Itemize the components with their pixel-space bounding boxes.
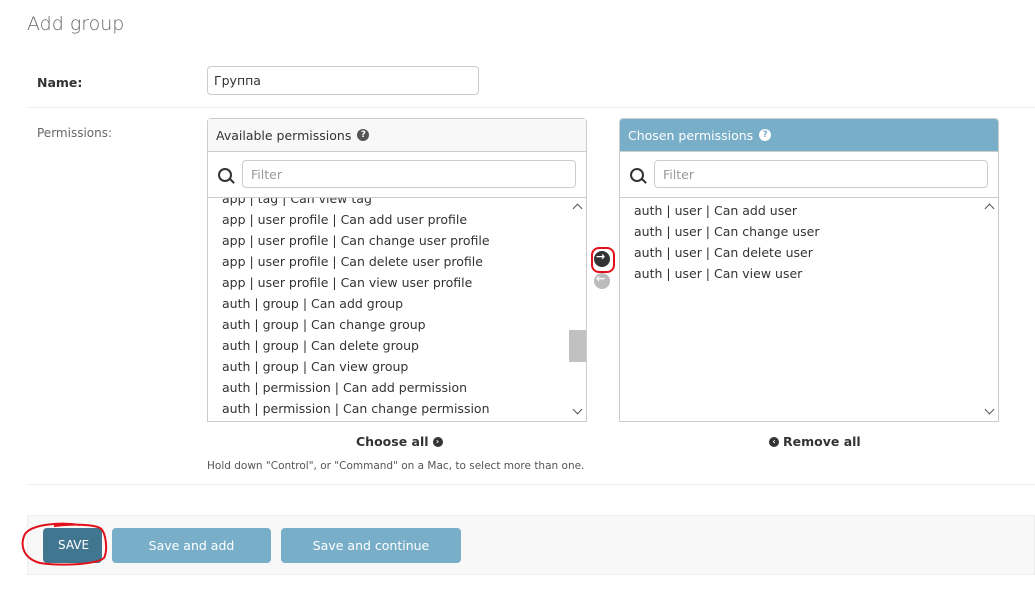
arrow-left-icon: ‹ <box>769 436 779 447</box>
scroll-thumb[interactable] <box>569 330 586 362</box>
remove-all-link[interactable]: ‹ Remove all <box>769 434 861 449</box>
list-item[interactable]: app | user profile | Can change user pro… <box>222 230 490 251</box>
chosen-permissions-title: Chosen permissions <box>628 127 754 143</box>
name-input[interactable] <box>207 66 479 95</box>
scroll-down-icon[interactable] <box>984 404 995 415</box>
page-title: Add group <box>27 13 125 35</box>
help-icon[interactable]: ? <box>357 129 370 141</box>
list-item[interactable]: auth | group | Can view group <box>222 356 490 377</box>
save-continue-button[interactable]: Save and continue editing <box>281 528 461 588</box>
save-add-another-button[interactable]: Save and add another <box>112 528 271 588</box>
scroll-up-icon[interactable] <box>572 203 583 214</box>
scroll-up-icon[interactable] <box>984 203 995 214</box>
available-permissions-list[interactable]: app | tag | Can view tag app | user prof… <box>208 198 586 421</box>
list-item[interactable]: auth | group | Can delete group <box>222 335 490 356</box>
available-filter-row <box>208 152 586 198</box>
list-item[interactable]: auth | group | Can add group <box>222 293 490 314</box>
list-item[interactable]: app | user profile | Can delete user pro… <box>222 251 490 272</box>
submit-row: SAVE Save and add another Save and conti… <box>27 515 1035 588</box>
arrow-right-icon: › <box>432 436 443 447</box>
list-item[interactable]: auth | permission | Can change permissio… <box>222 398 490 419</box>
available-permissions-title: Available permissions <box>216 127 352 143</box>
scroll-down-icon[interactable] <box>572 404 583 415</box>
chosen-scrollbar[interactable] <box>981 198 998 421</box>
available-filter-input[interactable] <box>242 160 576 188</box>
permissions-label: Permissions: <box>37 126 113 140</box>
list-item[interactable]: auth | group | Can change group <box>222 314 490 335</box>
available-permissions-box: Available permissions ? app | tag | Can … <box>207 118 587 422</box>
list-item[interactable]: auth | user | Can view user <box>634 263 820 284</box>
help-text: Hold down "Control", or "Command" on a M… <box>207 460 585 472</box>
remove-all-label: Remove all <box>783 434 861 449</box>
available-scrollbar[interactable] <box>569 198 586 421</box>
choose-all-link[interactable]: Choose all › <box>356 434 443 449</box>
list-item[interactable]: app | user profile | Can add user profil… <box>222 209 490 230</box>
list-item[interactable]: app | tag | Can view tag <box>222 198 490 209</box>
list-item[interactable]: app | user profile | Can view user profi… <box>222 272 490 293</box>
annotation-circle-choose <box>591 247 615 273</box>
help-icon[interactable]: ? <box>759 129 772 141</box>
list-item[interactable]: auth | user | Can add user <box>634 200 820 221</box>
search-icon <box>630 168 644 182</box>
name-label: Name: <box>37 75 83 90</box>
list-item[interactable]: auth | user | Can change user <box>634 221 820 242</box>
chosen-filter-row <box>620 152 998 198</box>
available-permissions-header: Available permissions ? <box>208 119 586 152</box>
chosen-permissions-box: Chosen permissions ? auth | user | Can a… <box>619 118 999 422</box>
choose-all-label: Choose all <box>356 434 429 449</box>
list-item[interactable]: auth | user | Can delete user <box>634 242 820 263</box>
chosen-permissions-header: Chosen permissions ? <box>620 119 998 152</box>
list-item[interactable]: auth | permission | Can add permission <box>222 377 490 398</box>
divider <box>27 484 1035 485</box>
chosen-permissions-list[interactable]: auth | user | Can add user auth | user | … <box>620 198 998 421</box>
chosen-filter-input[interactable] <box>654 160 988 188</box>
search-icon <box>218 168 232 182</box>
remove-arrow-icon[interactable] <box>594 272 610 289</box>
annotation-circle-save <box>21 522 108 566</box>
name-form-row: Name: <box>27 61 1035 108</box>
